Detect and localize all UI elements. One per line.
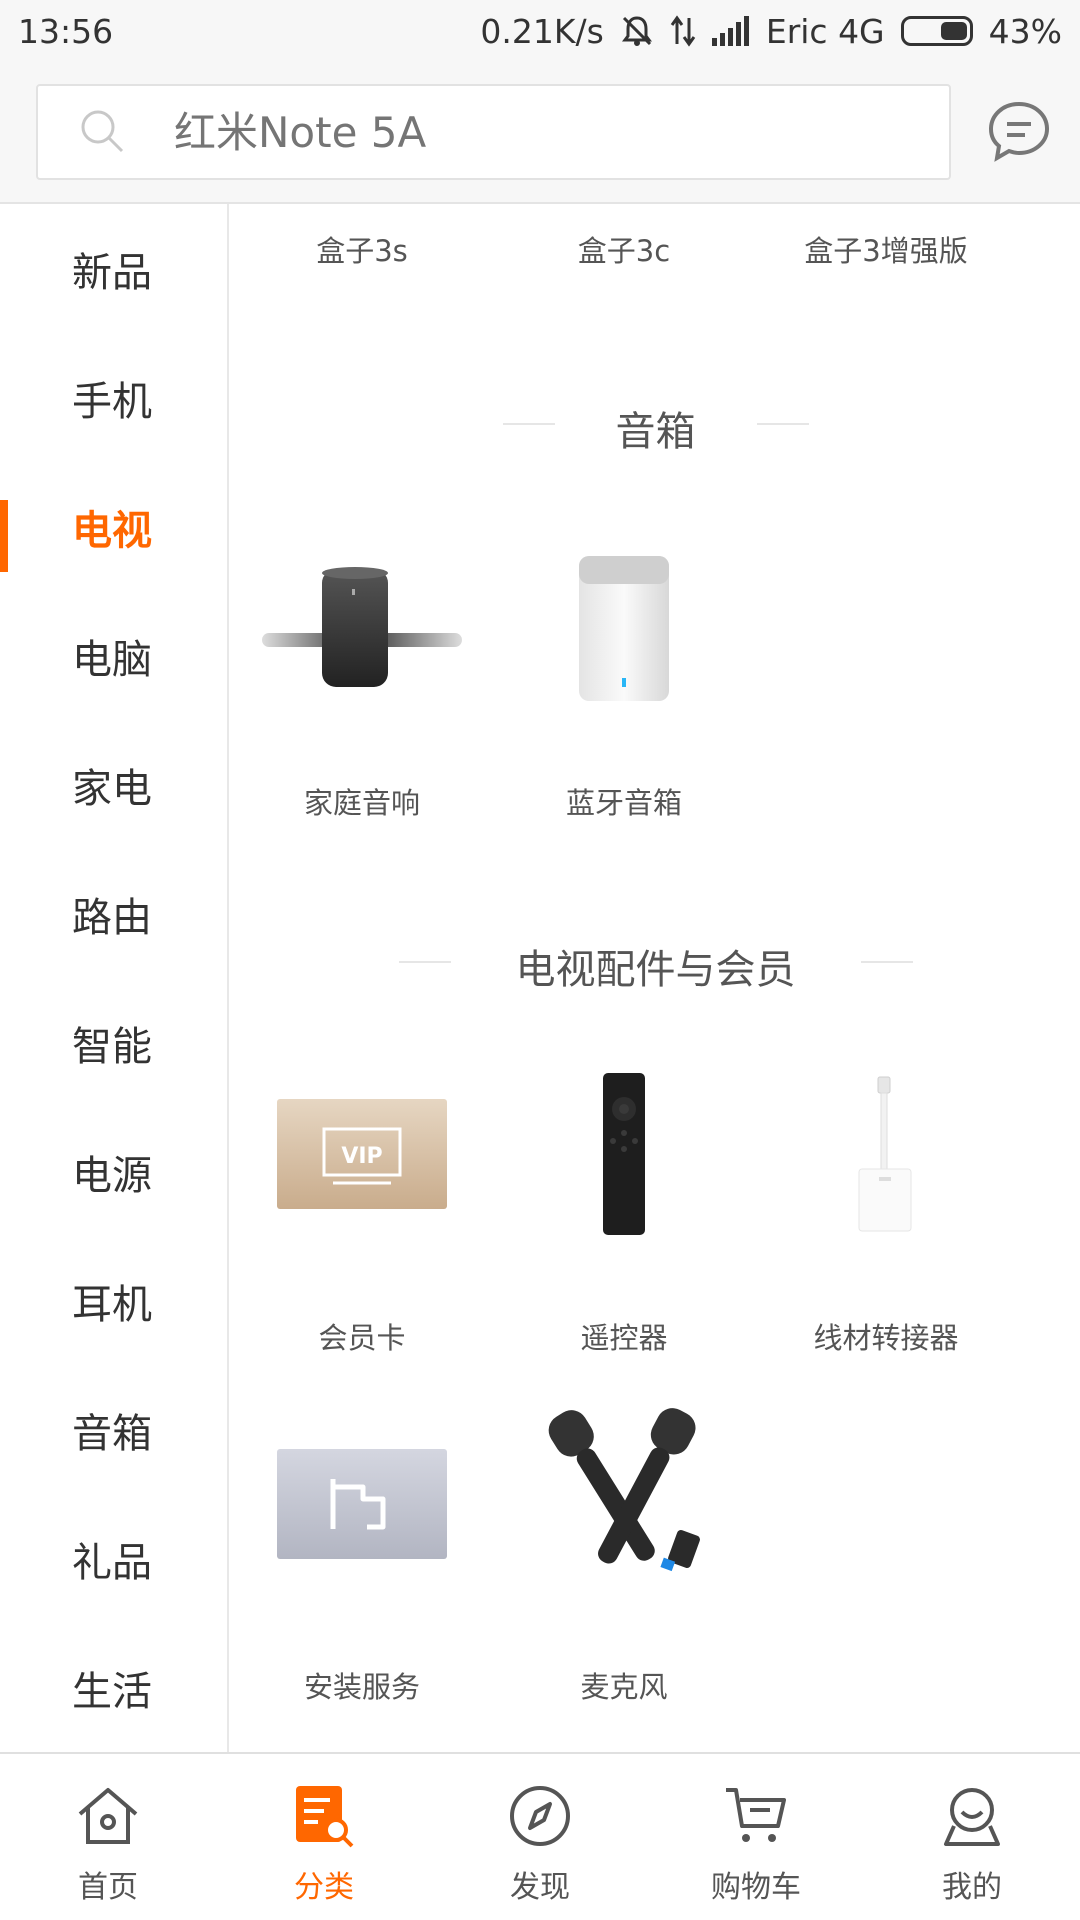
nav-home[interactable]: 首页: [0, 1754, 216, 1920]
nav-discover[interactable]: 发现: [432, 1754, 648, 1920]
sidebar-item[interactable]: 礼品: [0, 1494, 227, 1623]
vip-card-image[interactable]: VIP: [231, 1054, 493, 1254]
nav-label: 发现: [510, 1870, 570, 1905]
sidebar-item[interactable]: 新品: [0, 204, 227, 333]
search-box[interactable]: [36, 84, 951, 180]
search-icon: [81, 110, 124, 153]
section-title: 音箱: [615, 409, 696, 455]
bottom-nav: 首页 分类 发现 购物车 我的: [0, 1752, 1080, 1920]
profile-icon: [944, 1788, 1000, 1846]
product-label[interactable]: 盒子3增强版: [755, 228, 1017, 270]
header: [0, 62, 1080, 204]
sidebar-item[interactable]: 电视: [0, 462, 227, 591]
nav-profile[interactable]: 我的: [864, 1754, 1080, 1920]
product-label[interactable]: 盒子3c: [493, 228, 755, 270]
nav-cart[interactable]: 购物车: [648, 1754, 864, 1920]
home-icon: [78, 1788, 138, 1844]
section-title: 电视配件与会员: [515, 947, 796, 993]
installation-service-image[interactable]: [231, 1404, 493, 1604]
vip-text: VIP: [341, 1144, 382, 1169]
search-input[interactable]: [174, 107, 874, 157]
sidebar-item[interactable]: 电源: [0, 1107, 227, 1236]
category-content: 盒子3s 盒子3c 盒子3增强版 音箱 家庭音响 蓝牙音箱 电视配件与会员 VI…: [231, 204, 1080, 1752]
sidebar-item[interactable]: 电脑: [0, 591, 227, 720]
product-label[interactable]: 盒子3s: [231, 228, 493, 270]
nav-label: 首页: [78, 1870, 138, 1905]
battery-icon: [900, 16, 973, 46]
bluetooth-speaker-image[interactable]: [493, 526, 755, 726]
network-speed: 0.21K/s: [480, 11, 604, 51]
screen: 13:56 0.21K/s Eric 4G 43% 红米Note 5A 新品 手…: [0, 0, 1080, 1920]
message-icon[interactable]: [985, 98, 1053, 166]
microphone-image[interactable]: [493, 1404, 755, 1604]
compass-icon: [510, 1786, 570, 1846]
carrier-label: Eric 4G: [765, 11, 885, 51]
sidebar-item[interactable]: 耳机: [0, 1236, 227, 1365]
nav-category[interactable]: 分类: [216, 1754, 432, 1920]
sidebar-item[interactable]: 音箱: [0, 1365, 227, 1494]
data-transfer-icon: [670, 14, 696, 48]
product-label[interactable]: 线材转接器: [755, 1315, 1017, 1357]
category-sidebar: 新品 手机 电视 电脑 家电 路由 智能 电源 耳机 音箱 礼品 生活: [0, 204, 229, 1752]
nav-label: 购物车: [711, 1870, 801, 1905]
product-label[interactable]: 遥控器: [493, 1315, 755, 1357]
mute-bell-icon: [620, 14, 654, 48]
sidebar-item[interactable]: 路由: [0, 849, 227, 978]
nav-label: 分类: [294, 1870, 354, 1905]
battery-percent: 43%: [988, 11, 1062, 51]
remote-control-image[interactable]: [493, 1054, 755, 1254]
sidebar-item[interactable]: 家电: [0, 720, 227, 849]
product-label[interactable]: 安装服务: [231, 1664, 493, 1706]
divider: [757, 423, 809, 425]
battery-fill: [940, 22, 967, 40]
divider: [861, 961, 913, 963]
nav-label: 我的: [942, 1870, 1002, 1905]
product-label[interactable]: 会员卡: [231, 1315, 493, 1357]
category-icon: [296, 1786, 354, 1848]
status-right: 0.21K/s Eric 4G 43%: [480, 12, 1062, 51]
signal-icon: [711, 16, 750, 46]
sidebar-item[interactable]: 手机: [0, 333, 227, 462]
product-label[interactable]: 蓝牙音箱: [493, 780, 755, 822]
product-label[interactable]: 家庭音响: [231, 780, 493, 822]
product-label[interactable]: 麦克风: [493, 1664, 755, 1706]
sidebar-item[interactable]: 智能: [0, 978, 227, 1107]
cart-icon: [726, 1788, 786, 1842]
status-bar: 13:56 0.21K/s Eric 4G 43%: [0, 0, 1080, 62]
home-theater-speaker-image[interactable]: [231, 526, 493, 726]
sidebar-item[interactable]: 生活: [0, 1623, 227, 1752]
status-time: 13:56: [18, 11, 114, 51]
cable-adapter-image[interactable]: [755, 1054, 1017, 1254]
